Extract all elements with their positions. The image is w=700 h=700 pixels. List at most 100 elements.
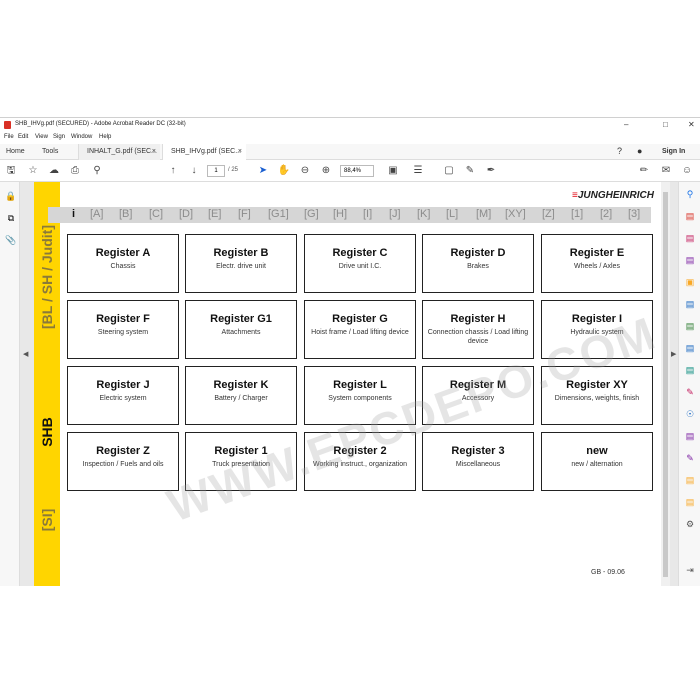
- email-icon[interactable]: ✉: [659, 164, 673, 178]
- register-card-h[interactable]: Register H Connection chassis / Load lift…: [422, 300, 534, 359]
- zoom-level-select[interactable]: 88,4%: [340, 165, 374, 177]
- edit-sign-icon[interactable]: ✏: [637, 164, 651, 178]
- prepare-form-icon[interactable]: ▤: [684, 430, 696, 442]
- register-card-e[interactable]: Register E Wheels / Axles: [541, 234, 653, 293]
- register-card-d[interactable]: Register D Brakes: [422, 234, 534, 293]
- register-link[interactable]: [3]: [628, 208, 640, 220]
- collapse-left-panel-icon[interactable]: ◀: [23, 350, 28, 358]
- close-tab-icon[interactable]: ×: [152, 148, 156, 155]
- share-user-icon[interactable]: ☺: [680, 164, 694, 178]
- register-link[interactable]: [2]: [600, 208, 612, 220]
- collapse-right-panel-icon[interactable]: ▶: [671, 350, 676, 358]
- tab-document-shb[interactable]: SHB_IHVg.pdf (SEC... ×: [162, 144, 246, 160]
- select-cursor-icon[interactable]: ➤: [256, 164, 270, 178]
- register-link[interactable]: [M]: [476, 208, 491, 220]
- menu-window[interactable]: Window: [71, 134, 92, 140]
- search-tool-icon[interactable]: ⚲: [684, 188, 696, 200]
- vertical-scrollbar[interactable]: [661, 182, 670, 586]
- register-link[interactable]: [A]: [90, 208, 103, 220]
- register-card-a[interactable]: Register A Chassis: [67, 234, 179, 293]
- edit-pdf-icon[interactable]: ▤: [684, 254, 696, 266]
- export-pdf-icon[interactable]: ▤: [684, 210, 696, 222]
- register-index-bar: i [A] [B] [C] [D] [E] [F] [G1] [G] [H] […: [48, 207, 651, 223]
- register-card-j[interactable]: Register J Electric system: [67, 366, 179, 425]
- print-icon[interactable]: ⎙: [68, 164, 82, 178]
- upload-cloud-icon[interactable]: ☁: [47, 164, 61, 178]
- tab-tools[interactable]: Tools: [42, 144, 58, 160]
- menu-bar: File Edit View Sign Window Help: [0, 132, 700, 144]
- save-icon[interactable]: 🖫: [4, 164, 18, 178]
- previous-page-icon[interactable]: ↑: [166, 164, 180, 178]
- register-link[interactable]: [L]: [446, 208, 458, 220]
- register-link[interactable]: [F]: [238, 208, 251, 220]
- highlight-pen-icon[interactable]: ✎: [463, 164, 477, 178]
- page-thumbnails-icon[interactable]: ⧉: [5, 212, 17, 224]
- scrollbar-thumb[interactable]: [663, 192, 668, 577]
- hand-tool-icon[interactable]: ✋: [277, 164, 291, 178]
- card-title: Register 3: [451, 445, 505, 457]
- register-card-b[interactable]: Register B Electr. drive unit: [185, 234, 297, 293]
- menu-help[interactable]: Help: [99, 134, 111, 140]
- help-icon[interactable]: ?: [617, 144, 622, 160]
- register-link[interactable]: [B]: [119, 208, 132, 220]
- menu-sign[interactable]: Sign: [53, 134, 65, 140]
- register-card-g1[interactable]: Register G1 Attachments: [185, 300, 297, 359]
- register-link[interactable]: [XY]: [505, 208, 526, 220]
- menu-view[interactable]: View: [35, 134, 48, 140]
- redact-icon[interactable]: ▤: [684, 342, 696, 354]
- register-link[interactable]: [C]: [149, 208, 163, 220]
- register-link[interactable]: [I]: [363, 208, 372, 220]
- organize-pages-icon[interactable]: ▤: [684, 320, 696, 332]
- register-link[interactable]: [1]: [571, 208, 583, 220]
- combine-files-icon[interactable]: ▤: [684, 298, 696, 310]
- close-window-button[interactable]: ✕: [688, 120, 695, 129]
- document-viewport[interactable]: ◀ [BL / SH / Judit] SHB [SI] ≡JUNGHEINRI…: [20, 182, 678, 586]
- stamp-icon[interactable]: ▤: [684, 496, 696, 508]
- register-link-i[interactable]: i: [72, 208, 75, 220]
- protect-shield-icon[interactable]: ☉: [684, 408, 696, 420]
- sign-pen-icon[interactable]: ✒: [484, 164, 498, 178]
- collapse-tools-icon[interactable]: ⇥: [684, 564, 696, 576]
- search-icon[interactable]: ⚲: [90, 164, 104, 178]
- register-link[interactable]: [Z]: [542, 208, 555, 220]
- page-number-input[interactable]: 1: [207, 165, 225, 177]
- close-tab-icon[interactable]: ×: [238, 148, 242, 155]
- tab-document-inhalt[interactable]: INHALT_G.pdf (SEC... ×: [78, 144, 160, 160]
- register-card-3[interactable]: Register 3 Miscellaneous: [422, 432, 534, 491]
- register-link[interactable]: [E]: [208, 208, 221, 220]
- register-link[interactable]: [D]: [179, 208, 193, 220]
- bookmark-star-icon[interactable]: ☆: [26, 164, 40, 178]
- scroll-mode-icon[interactable]: ☰: [411, 164, 425, 178]
- fit-page-icon[interactable]: ▣: [386, 164, 400, 178]
- menu-edit[interactable]: Edit: [18, 134, 28, 140]
- maximize-button[interactable]: □: [663, 120, 668, 129]
- register-card-f[interactable]: Register F Steering system: [67, 300, 179, 359]
- register-link[interactable]: [H]: [333, 208, 347, 220]
- rich-media-icon[interactable]: ▤: [684, 474, 696, 486]
- minimize-button[interactable]: –: [624, 120, 628, 129]
- next-page-icon[interactable]: ↓: [187, 164, 201, 178]
- register-link[interactable]: [G]: [304, 208, 319, 220]
- register-link[interactable]: [G1]: [268, 208, 289, 220]
- register-card-k[interactable]: Register K Battery / Charger: [185, 366, 297, 425]
- register-link[interactable]: [K]: [417, 208, 430, 220]
- sign-in-button[interactable]: Sign In: [662, 144, 685, 160]
- create-pdf-icon[interactable]: ▤: [684, 232, 696, 244]
- notification-bell-icon[interactable]: ●: [637, 144, 642, 160]
- register-card-g[interactable]: Register G Hoist frame / Load lifting dev…: [304, 300, 416, 359]
- register-card-new[interactable]: new new / alternation: [541, 432, 653, 491]
- lock-icon[interactable]: 🔒: [5, 190, 17, 202]
- zoom-in-icon[interactable]: ⊕: [319, 164, 333, 178]
- enhance-scans-icon[interactable]: ▤: [684, 364, 696, 376]
- tab-home[interactable]: Home: [6, 144, 25, 160]
- menu-file[interactable]: File: [4, 134, 14, 140]
- send-for-signature-icon[interactable]: ✎: [684, 452, 696, 464]
- zoom-out-icon[interactable]: ⊖: [298, 164, 312, 178]
- comment-icon[interactable]: ▢: [442, 164, 456, 178]
- register-card-c[interactable]: Register C Drive unit I.C.: [304, 234, 416, 293]
- attachments-paperclip-icon[interactable]: 📎: [5, 234, 17, 246]
- fill-sign-icon[interactable]: ✎: [684, 386, 696, 398]
- more-tools-icon[interactable]: ⚙: [684, 518, 696, 530]
- comment-tool-icon[interactable]: ▣: [684, 276, 696, 288]
- register-link[interactable]: [J]: [389, 208, 401, 220]
